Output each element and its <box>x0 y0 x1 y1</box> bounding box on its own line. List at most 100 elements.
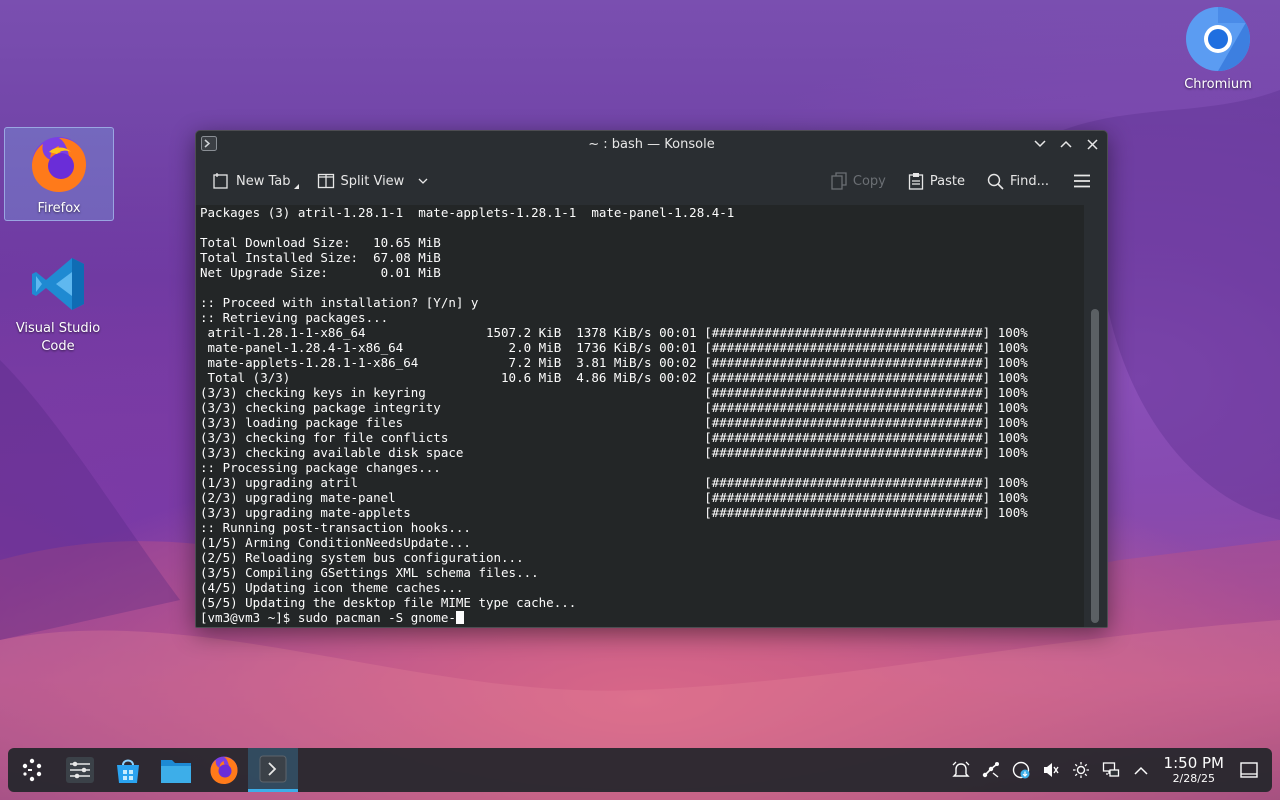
firefox-icon <box>210 756 238 784</box>
brightness-icon <box>1072 762 1089 778</box>
terminal-line: Net Upgrade Size: 0.01 MiB <box>200 265 441 280</box>
minimize-button[interactable] <box>1031 135 1049 153</box>
show-desktop-icon <box>1240 762 1258 778</box>
shopping-bag-icon <box>117 759 139 783</box>
text-cursor <box>455 611 464 624</box>
terminal-line: (2/3) upgrading mate-panel [############… <box>200 490 1028 505</box>
desktop-icon-vscode[interactable]: Visual Studio Code <box>4 252 112 356</box>
desktop-icon-label: Visual Studio Code <box>15 321 101 354</box>
tray-updates[interactable] <box>1006 748 1036 792</box>
toolbar: New Tab Split View Copy Paste Find... <box>196 157 1107 205</box>
terminal-line: (3/3) upgrading mate-applets [##########… <box>200 505 1028 520</box>
tray-notifications[interactable] <box>946 748 976 792</box>
taskbar-file-manager[interactable] <box>152 748 200 792</box>
paste-icon <box>908 173 924 190</box>
chevron-up-icon <box>1134 766 1148 775</box>
alarm-bell-icon <box>951 761 970 777</box>
kde-connect-icon <box>982 762 999 778</box>
copy-label: Copy <box>852 173 886 189</box>
terminal-line: :: Proceed with installation? [Y/n] y <box>200 295 479 310</box>
terminal-output[interactable]: Packages (3) atril-1.28.1-1 mate-applets… <box>196 205 1084 627</box>
search-icon <box>987 173 1004 190</box>
find-label: Find... <box>1009 173 1049 189</box>
terminal-line: mate-applets-1.28.1-1-x86_64 7.2 MiB 3.8… <box>200 355 1028 370</box>
split-view-button[interactable]: Split View <box>311 168 435 194</box>
taskbar-firefox[interactable] <box>200 748 248 792</box>
terminal-line: mate-panel-1.28.4-1-x86_64 2.0 MiB 1736 … <box>200 340 1028 355</box>
folder-icon <box>161 760 191 783</box>
volume-muted-icon <box>1043 763 1059 777</box>
terminal-line: :: Retrieving packages... <box>200 310 389 325</box>
hamburger-menu-button[interactable] <box>1067 170 1097 192</box>
konsole-window[interactable]: ~ : bash — Konsole New Tab Split View Co… <box>195 130 1108 628</box>
clock-time: 1:50 PM <box>1163 754 1224 772</box>
desktop-icon-label: Firefox <box>37 201 81 216</box>
terminal-line: (3/3) checking package integrity [######… <box>200 400 1028 415</box>
terminal-line: (5/5) Updating the desktop file MIME typ… <box>200 595 577 610</box>
paste-button[interactable]: Paste <box>902 168 971 194</box>
terminal-line: (3/5) Compiling GSettings XML schema fil… <box>200 565 539 580</box>
tray-volume[interactable] <box>1036 748 1066 792</box>
chevron-down-icon <box>418 178 428 184</box>
terminal-line: Total Download Size: 10.65 MiB <box>200 235 441 250</box>
terminal-line: :: Running post-transaction hooks... <box>200 520 471 535</box>
taskbar-system-settings[interactable] <box>56 748 104 792</box>
taskbar: 1:50 PM 2/28/25 <box>8 748 1272 792</box>
copy-icon <box>831 172 847 190</box>
terminal-icon <box>259 755 287 782</box>
copy-button[interactable]: Copy <box>825 168 892 194</box>
split-view-icon <box>317 173 334 189</box>
system-tray: 1:50 PM 2/28/25 <box>946 748 1272 792</box>
terminal-line: (2/5) Reloading system bus configuration… <box>200 550 524 565</box>
show-desktop-button[interactable] <box>1234 748 1264 792</box>
konsole-app-icon <box>201 136 217 151</box>
terminal-line: (1/3) upgrading atril [#################… <box>200 475 1028 490</box>
close-button[interactable] <box>1083 135 1101 153</box>
close-icon <box>1086 138 1098 150</box>
new-tab-button[interactable]: New Tab <box>206 168 305 194</box>
window-title: ~ : bash — Konsole <box>588 136 715 152</box>
terminal-line: (3/3) checking keys in keyring [########… <box>200 385 1028 400</box>
find-button[interactable]: Find... <box>981 169 1055 194</box>
app-launcher-icon <box>22 758 42 782</box>
network-wired-icon <box>1102 762 1119 777</box>
taskbar-discover[interactable] <box>104 748 152 792</box>
dropdown-corner-icon <box>293 183 299 189</box>
prompt: [vm3@vm3 ~]$ <box>200 610 298 625</box>
chevron-down-icon <box>1034 140 1046 148</box>
tray-expand-button[interactable] <box>1126 748 1156 792</box>
desktop-icon-label: Chromium <box>1184 77 1252 92</box>
settings-icon <box>66 757 94 783</box>
tray-network[interactable] <box>1096 748 1126 792</box>
clock-date: 2/28/25 <box>1172 772 1215 785</box>
desktop-icon-firefox[interactable]: Firefox <box>4 127 114 221</box>
terminal-line: (4/5) Updating icon theme caches... <box>200 580 464 595</box>
terminal-prompt-line[interactable]: [vm3@vm3 ~]$ sudo pacman -S gnome- <box>196 610 1084 625</box>
app-launcher-button[interactable] <box>8 748 56 792</box>
tray-kde-connect[interactable] <box>976 748 1006 792</box>
window-titlebar[interactable]: ~ : bash — Konsole <box>196 131 1107 157</box>
terminal-line: Packages (3) atril-1.28.1-1 mate-applets… <box>200 205 735 220</box>
split-view-label: Split View <box>340 173 405 189</box>
terminal-line: atril-1.28.1-1-x86_64 1507.2 KiB 1378 Ki… <box>200 325 1028 340</box>
terminal-line: (3/3) loading package files [###########… <box>200 415 1028 430</box>
terminal-scrollbar[interactable] <box>1084 205 1107 627</box>
maximize-button[interactable] <box>1057 135 1075 153</box>
terminal-line: Total Installed Size: 67.08 MiB <box>200 250 441 265</box>
taskbar-konsole[interactable] <box>248 748 298 792</box>
paste-label: Paste <box>929 173 965 189</box>
tray-brightness[interactable] <box>1066 748 1096 792</box>
terminal-line: (3/3) checking for file conflicts [#####… <box>200 430 1028 445</box>
scrollbar-thumb[interactable] <box>1091 309 1099 623</box>
command-input[interactable]: sudo pacman -S gnome- <box>298 610 456 625</box>
update-icon <box>1012 761 1030 779</box>
terminal-line: (3/3) checking available disk space [###… <box>200 445 1028 460</box>
desktop-icon-chromium[interactable]: Chromium <box>1164 6 1272 94</box>
terminal-text: Packages (3) atril-1.28.1-1 mate-applets… <box>196 205 1084 610</box>
terminal-line: Total (3/3) 10.6 MiB 4.86 MiB/s 00:02 [#… <box>200 370 1028 385</box>
vscode-icon <box>32 258 84 310</box>
digital-clock[interactable]: 1:50 PM 2/28/25 <box>1163 754 1224 786</box>
chromium-icon <box>1186 7 1250 71</box>
hamburger-menu-icon <box>1074 174 1090 188</box>
chevron-up-icon <box>1060 140 1072 148</box>
